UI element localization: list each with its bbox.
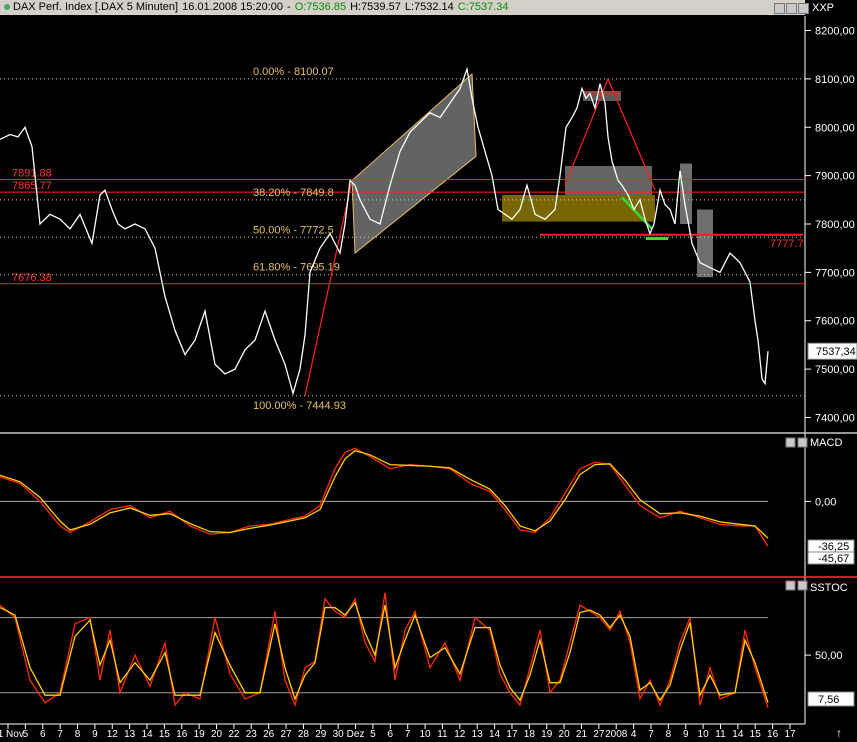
fib-label: 38.20% - 7849.8 [253,187,334,199]
xtick-label: 9 [683,729,689,740]
sstoc-ytick-label: 50,00 [815,650,843,662]
panel-button [785,437,796,448]
panel-button [797,580,808,591]
xtick-label: 28 [298,729,310,740]
xtick-label: 10 [698,729,710,740]
xtick-label: 23 [246,729,258,740]
level-label: 7676.38 [12,272,52,284]
xtick-label: 13 [472,729,484,740]
xtick-label: 22 [228,729,240,740]
xtick-label: 29 [315,729,327,740]
xtick-label: 10 [420,729,432,740]
price-ytick-label: 8200,00 [815,26,855,38]
resistance-zone [565,165,652,195]
price-ytick-label: 7400,00 [815,412,855,424]
xtick-label: 6 [40,729,46,740]
xtick-label: 12 [107,729,119,740]
price-ytick-label: 7700,00 [815,267,855,279]
price-ytick-label: 8000,00 [815,122,855,134]
zone-block [697,209,713,278]
xtick-label: 4 [631,729,637,740]
xtick-label: 7 [57,729,63,740]
xtick-label: 8 [75,729,81,740]
xtick-label: 26 [263,729,275,740]
price-ytick-label: 8100,00 [815,74,855,86]
xtick-label: 21 [576,729,588,740]
xtick-label: 20 [559,729,571,740]
xtick-label: 27 [593,729,605,740]
xtick-label: 14 [489,729,501,740]
macd-ytick-label: 0,00 [815,496,836,508]
xtick-label: 16 [176,729,188,740]
chart-canvas: 8200,008100,008000,007900,007800,007700,… [0,2,857,742]
xtick-label: 5 [370,729,376,740]
xtick-label: 30 [333,729,345,740]
xtick-label: 12 [454,729,466,740]
xtick-label: 31 Nov [0,729,24,740]
xtick-label: 16 [767,729,779,740]
xtick-label: 5 [23,729,29,740]
price-ytick-label: 7800,00 [815,219,855,231]
sstoc-axis-title: SSTOC [810,582,848,594]
macd-axis-title: MACD [810,437,842,449]
xtick-label: 19 [194,729,206,740]
xtick-label: 9 [92,729,98,740]
xtick-label: 19 [541,729,553,740]
xtick-label: 11 [715,729,726,740]
last-price-label: 7537,34 [816,346,856,358]
xtick-label: 11 [437,729,448,740]
price-ytick-label: 7600,00 [815,316,855,328]
xtick-label: 17 [784,729,796,740]
price-ytick-label: 7900,00 [815,171,855,183]
panel-button [785,580,796,591]
xtick-label: 13 [124,729,136,740]
scroll-up-icon: ↑ [836,726,842,740]
level-label: 7865.77 [12,180,52,192]
fib-label: 100.00% - 7444.93 [253,400,346,412]
price-axis-title: XXP [812,2,834,14]
xtick-label: 15 [750,729,762,740]
xtick-label: 18 [524,729,536,740]
xtick-label: 6 [388,729,394,740]
macd-value-label: -36,25 [818,541,849,553]
xtick-label: Dez [347,729,365,740]
fib-label: 61.80% - 7695.19 [253,262,340,274]
price-ytick-label: 7500,00 [815,364,855,376]
xtick-label: 27 [280,729,292,740]
xtick-label: 2008 [605,729,628,740]
xtick-label: 17 [506,729,518,740]
xtick-label: 7 [405,729,411,740]
xtick-label: 20 [211,729,223,740]
xtick-label: 15 [159,729,171,740]
xtick-label: 14 [732,729,744,740]
xtick-label: 7 [648,729,654,740]
xtick-label: 8 [666,729,672,740]
fib-label: 0.00% - 8100.07 [253,66,334,78]
level-label: 7891.88 [12,168,52,180]
sstoc-value-label: 7,56 [818,694,839,706]
macd-value-label: -45,67 [818,553,849,565]
zone-block [680,163,692,224]
level-label: 7777.7 [770,238,804,250]
xtick-label: 14 [141,729,153,740]
fib-label: 50.00% - 7772.5 [253,224,334,236]
panel-button [797,437,808,448]
